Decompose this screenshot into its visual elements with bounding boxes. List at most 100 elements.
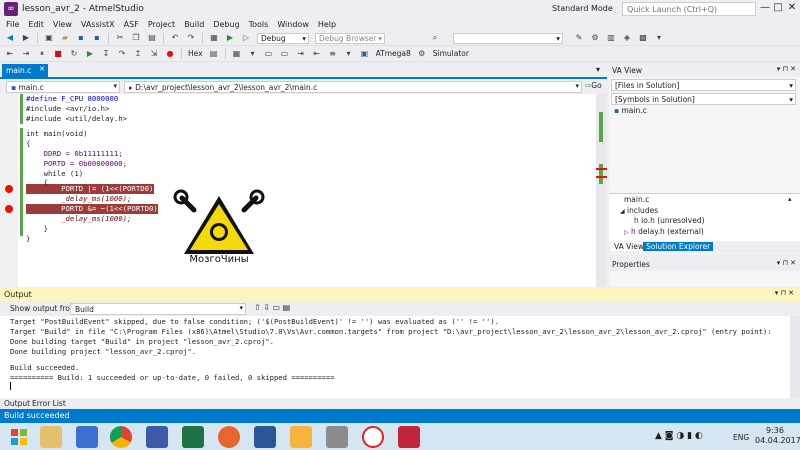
menu-asf[interactable]: ASF [124, 20, 139, 29]
symbols-in-solution-combo[interactable]: [Symbols in Solution] ▾ [611, 93, 796, 105]
device-chip-icon[interactable]: ▣ [360, 49, 370, 59]
debug-browser-select[interactable]: Debug Browser ▾ [315, 32, 385, 44]
back-icon[interactable]: ◀ [5, 33, 15, 43]
step-into-icon[interactable]: ↧ [101, 49, 111, 59]
start-without-debugging-icon[interactable]: ▷ [241, 33, 251, 43]
minimize-button[interactable]: — [759, 2, 771, 13]
save-all-icon[interactable]: ▪ [92, 33, 102, 43]
step-out-icon[interactable]: ↥ [133, 49, 143, 59]
excel-icon[interactable] [182, 426, 204, 448]
windows-icon[interactable]: ▾ [248, 49, 258, 59]
settings-icon[interactable]: ⚙ [590, 33, 600, 43]
chrome-icon[interactable] [110, 426, 132, 448]
tool-button[interactable]: Simulator [433, 49, 469, 58]
memory-icon[interactable]: ▤ [209, 49, 219, 59]
open-icon[interactable]: ▰ [60, 33, 70, 43]
tray-icons[interactable]: ▲ ◙ ◑ ▮ ◐ [655, 431, 703, 441]
close-window-button[interactable]: ✕ [786, 2, 798, 13]
tab-output[interactable]: Output [4, 399, 30, 408]
extension-icon[interactable]: ◈ [622, 33, 632, 43]
comment-icon[interactable]: ▭ [264, 49, 274, 59]
tab-va-view[interactable]: VA View [611, 242, 647, 251]
configuration-select[interactable]: Debug ▾ [257, 32, 309, 44]
redo-icon[interactable]: ↷ [186, 33, 196, 43]
file-explorer-icon[interactable] [40, 426, 62, 448]
menu-window[interactable]: Window [277, 20, 309, 29]
language-indicator[interactable]: ENG [733, 433, 749, 442]
firefox-icon[interactable] [218, 426, 240, 448]
step-over-icon[interactable]: ↷ [117, 49, 127, 59]
menu-debug[interactable]: Debug [213, 20, 239, 29]
indent-icon[interactable]: ⇥ [296, 49, 306, 59]
tree-root[interactable]: main.c [624, 195, 649, 204]
menu-file[interactable]: File [6, 20, 19, 29]
breakpoint-icon[interactable] [5, 205, 13, 213]
breakpoint-toggle-icon[interactable]: ● [165, 49, 175, 59]
clock[interactable]: 9:36 04.04.2017 [755, 426, 800, 446]
tool-icon[interactable]: ⚙ [417, 49, 427, 59]
paste-icon[interactable]: ▤ [147, 33, 157, 43]
panel-controls-icon[interactable]: ▾ ⊓ ✕ [777, 259, 796, 267]
forward-icon[interactable]: ▶ [21, 33, 31, 43]
start-debugging-icon[interactable]: ▶ [225, 33, 235, 43]
tree-includes[interactable]: ◢ includes [620, 206, 658, 215]
menu-vassistx[interactable]: VAssistX [81, 20, 115, 29]
windows-explorer-icon[interactable] [76, 426, 98, 448]
word-icon[interactable] [254, 426, 276, 448]
path-combo[interactable]: ▸ D:\avr_project\lesson_avr_2\lesson_avr… [124, 81, 582, 93]
tab-solution-explorer[interactable]: Solution Explorer [643, 242, 714, 251]
toolbox-icon[interactable]: ▥ [606, 33, 616, 43]
atmel-studio-taskbar-icon[interactable] [398, 426, 420, 448]
app-icon[interactable] [326, 426, 348, 448]
watch-icon[interactable]: ▦ [232, 49, 242, 59]
output-text[interactable]: Target "PostBuildEvent" skipped, due to … [0, 316, 800, 398]
menu-build[interactable]: Build [184, 20, 204, 29]
outdent-icon[interactable]: ⇤ [312, 49, 322, 59]
save-icon[interactable]: ▪ [76, 33, 86, 43]
tools-icon[interactable]: ✎ [574, 33, 584, 43]
cut-icon[interactable]: ✂ [115, 33, 125, 43]
go-button[interactable]: ⇨Go [585, 81, 602, 90]
tab-overflow-icon[interactable]: ▾ [596, 65, 600, 74]
start-button[interactable] [8, 426, 30, 448]
toolbar-overflow-icon[interactable]: ▾ [344, 49, 354, 59]
hex-button[interactable]: Hex [188, 49, 203, 58]
output-scrollbar[interactable] [790, 316, 800, 398]
tab-error-list[interactable]: Error List [32, 399, 66, 408]
show-output-combo[interactable]: Build ▾ [70, 303, 246, 315]
maximize-button[interactable]: □ [772, 2, 784, 13]
tree-include-item[interactable]: h io.h (unresolved) [634, 216, 705, 225]
format-icon[interactable]: ≡ [328, 49, 338, 59]
editor-scrollbar[interactable] [596, 94, 607, 287]
outline-scroll-icon[interactable]: ▴ [788, 195, 792, 203]
new-project-icon[interactable]: ▣ [44, 33, 54, 43]
scope-combo[interactable]: ▪ main.c ▾ [6, 81, 120, 93]
build-icon[interactable]: ▦ [209, 33, 219, 43]
menu-edit[interactable]: Edit [28, 20, 44, 29]
device-button[interactable]: ATmega8 [376, 49, 411, 58]
stop-icon[interactable]: ■ [53, 49, 63, 59]
panel-controls-icon[interactable]: ▾ ⊓ ✕ [775, 289, 794, 297]
va-file-item[interactable]: ▪ main.c [614, 106, 647, 115]
uncomment-icon[interactable]: ▭ [280, 49, 290, 59]
files-in-solution-combo[interactable]: [Files in Solution] ▾ [611, 79, 796, 91]
menu-tools[interactable]: Tools [249, 20, 269, 29]
menu-view[interactable]: View [53, 20, 72, 29]
continue-icon[interactable]: ▶ [85, 49, 95, 59]
bookmark-icon[interactable]: ⇤ [5, 49, 15, 59]
layout-icon[interactable]: ▩ [638, 33, 648, 43]
copy-icon[interactable]: ❐ [131, 33, 141, 43]
layout-mode-label[interactable]: Standard Mode [552, 4, 613, 13]
find-combo[interactable]: ▾ [453, 32, 563, 44]
breakpoint-icon[interactable] [5, 185, 13, 193]
yandex-browser-icon[interactable] [362, 426, 384, 448]
tab-main-c[interactable]: main.c ✕ [2, 64, 48, 77]
quick-launch-input[interactable]: Quick Launch (Ctrl+Q) [622, 2, 756, 16]
media-icon[interactable] [290, 426, 312, 448]
panel-controls-icon[interactable]: ▾ ⊓ ✕ [777, 65, 796, 73]
floppy-icon[interactable] [146, 426, 168, 448]
more-icon[interactable]: ▾ [654, 33, 664, 43]
output-tools-icon[interactable]: ⇧ ⇩ ▭ ▤ [254, 303, 290, 312]
step-icon[interactable]: ⇥ [21, 49, 31, 59]
restart-icon[interactable]: ↻ [69, 49, 79, 59]
